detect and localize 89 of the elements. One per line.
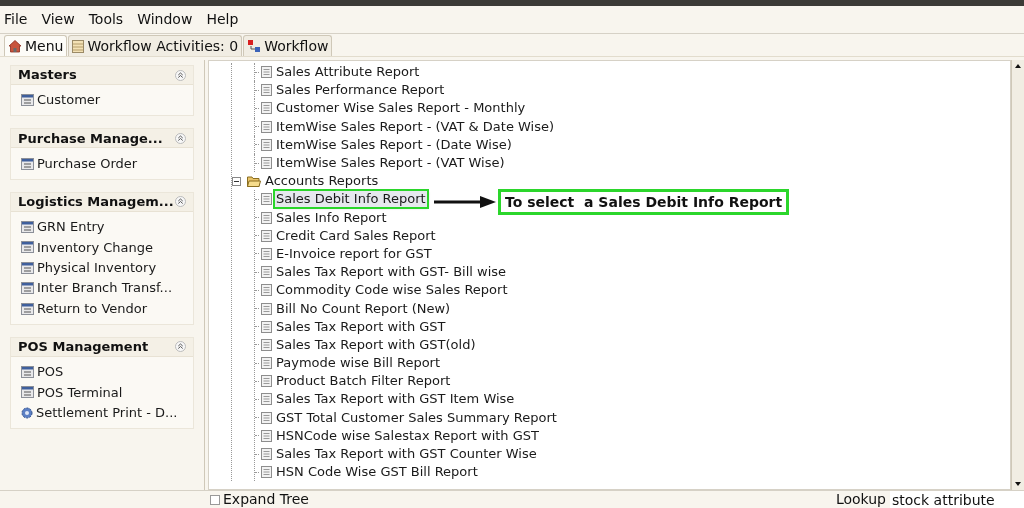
tree-item[interactable]: Sales Tax Report with GST(old) (275, 336, 477, 353)
menu-item[interactable]: Window (137, 9, 193, 30)
document-icon (261, 266, 272, 279)
scrollbar[interactable] (1011, 60, 1024, 490)
sidebar-item[interactable]: Inventory Change (37, 237, 153, 258)
window-icon (21, 94, 34, 107)
panel-title: POS Management (18, 338, 149, 356)
tree-item[interactable]: Commodity Code wise Sales Report (275, 282, 509, 299)
workflow-icon (247, 39, 262, 53)
checkbox[interactable] (210, 494, 220, 505)
document-icon (261, 66, 272, 79)
window-icon (21, 302, 34, 315)
document-icon (261, 320, 272, 333)
tree-item[interactable]: Credit Card Sales Report (275, 227, 437, 244)
tree-item[interactable]: Sales Tax Report with GST (275, 318, 447, 335)
document-icon (261, 375, 272, 388)
document-icon (261, 120, 272, 133)
sidebar-item[interactable]: Settlement Print - D... (36, 402, 178, 423)
document-icon (261, 84, 272, 97)
menu-item[interactable]: View (41, 9, 75, 30)
window-icon (21, 365, 34, 378)
collapse-icon[interactable] (232, 176, 241, 186)
tree-item[interactable]: Customer Wise Sales Report - Monthly (275, 100, 527, 117)
window-icon (21, 261, 34, 274)
checkbox-label: Expand Tree (223, 490, 309, 508)
document-icon (261, 247, 272, 260)
tree-folder[interactable]: Accounts Reports (265, 171, 379, 191)
tab[interactable]: Menu (4, 35, 68, 56)
document-icon (261, 193, 272, 206)
tree-item[interactable]: Sales Debit Info Report (275, 191, 427, 208)
tree-item[interactable]: Sales Performance Report (275, 82, 446, 99)
tree-item[interactable]: Bill No Count Report (New) (275, 300, 452, 317)
tree-item[interactable]: Paymode wise Bill Report (275, 355, 442, 372)
window-icon (21, 282, 34, 295)
sidebar-item[interactable]: GRN Entry (37, 217, 105, 237)
menu-item[interactable]: Help (206, 9, 239, 30)
sidebar-item[interactable]: Customer (37, 90, 101, 110)
document-icon (261, 411, 272, 424)
document-icon (261, 393, 272, 406)
table-icon (72, 39, 85, 53)
document-icon (261, 466, 272, 479)
menu-item[interactable]: Tools (88, 9, 124, 30)
document-icon (261, 357, 272, 370)
tree-item[interactable]: Sales Tax Report with GST Counter Wise (275, 446, 538, 463)
tree-item[interactable]: Product Batch Filter Report (275, 373, 452, 390)
menu-item[interactable]: File (4, 9, 28, 30)
document-icon (261, 338, 272, 351)
tree-item[interactable]: HSN Code Wise GST Bill Report (275, 464, 479, 481)
annotation-callout: To select a Sales Debit Info Report (498, 189, 790, 215)
arrow (434, 195, 496, 209)
sidebar-item[interactable]: Return to Vendor (37, 298, 148, 319)
tree-item[interactable]: HSNCode wise Salestax Report with GST (275, 427, 540, 444)
document-icon (261, 448, 272, 461)
document-icon (261, 138, 272, 151)
document-icon (261, 284, 272, 297)
sidebar-item[interactable]: Purchase Order (37, 153, 138, 174)
lookup-label: Lookup (835, 490, 886, 508)
document-icon (261, 211, 272, 224)
folder-icon (247, 175, 261, 187)
tab[interactable]: Workflow Activities: 0 (68, 35, 243, 56)
window-icon (21, 241, 34, 254)
panel-title: Logistics Managem... (18, 193, 174, 212)
tree-item[interactable]: Sales Tax Report with GST- Bill wise (275, 264, 508, 281)
document-icon (261, 302, 272, 315)
tree-item[interactable]: ItemWise Sales Report - (Date Wise) (275, 136, 513, 153)
tree-item[interactable]: Sales Info Report (275, 209, 388, 226)
tree-item[interactable]: ItemWise Sales Report - (VAT & Date Wise) (275, 118, 556, 135)
document-icon (261, 102, 272, 115)
gear-icon (21, 406, 33, 419)
panel-title: Masters (18, 66, 77, 85)
document-icon (261, 429, 272, 442)
window-icon (21, 220, 34, 233)
tree-item[interactable]: GST Total Customer Sales Summary Report (275, 409, 558, 426)
tree-item[interactable]: Sales Attribute Report (275, 64, 421, 81)
window-icon (21, 157, 34, 170)
panel-title: Purchase Manage... (18, 129, 163, 148)
window-icon (21, 386, 34, 399)
tree-item[interactable]: E-Invoice report for GST (275, 245, 433, 262)
home-icon (8, 39, 22, 53)
sidebar-item[interactable]: Inter Branch Transf... (37, 278, 172, 298)
tree-item[interactable]: ItemWise Sales Report - (VAT Wise) (275, 155, 506, 172)
lookup-field[interactable]: stock attribute (890, 491, 1024, 508)
tab[interactable]: Workflow (243, 35, 333, 56)
sidebar-item[interactable]: Physical Inventory (37, 258, 157, 278)
tree-item[interactable]: Sales Tax Report with GST Item Wise (275, 391, 516, 408)
document-icon (261, 157, 272, 170)
sidebar-item[interactable]: POS Terminal (37, 382, 123, 403)
document-icon (261, 229, 272, 242)
sidebar-item[interactable]: POS (37, 362, 64, 382)
